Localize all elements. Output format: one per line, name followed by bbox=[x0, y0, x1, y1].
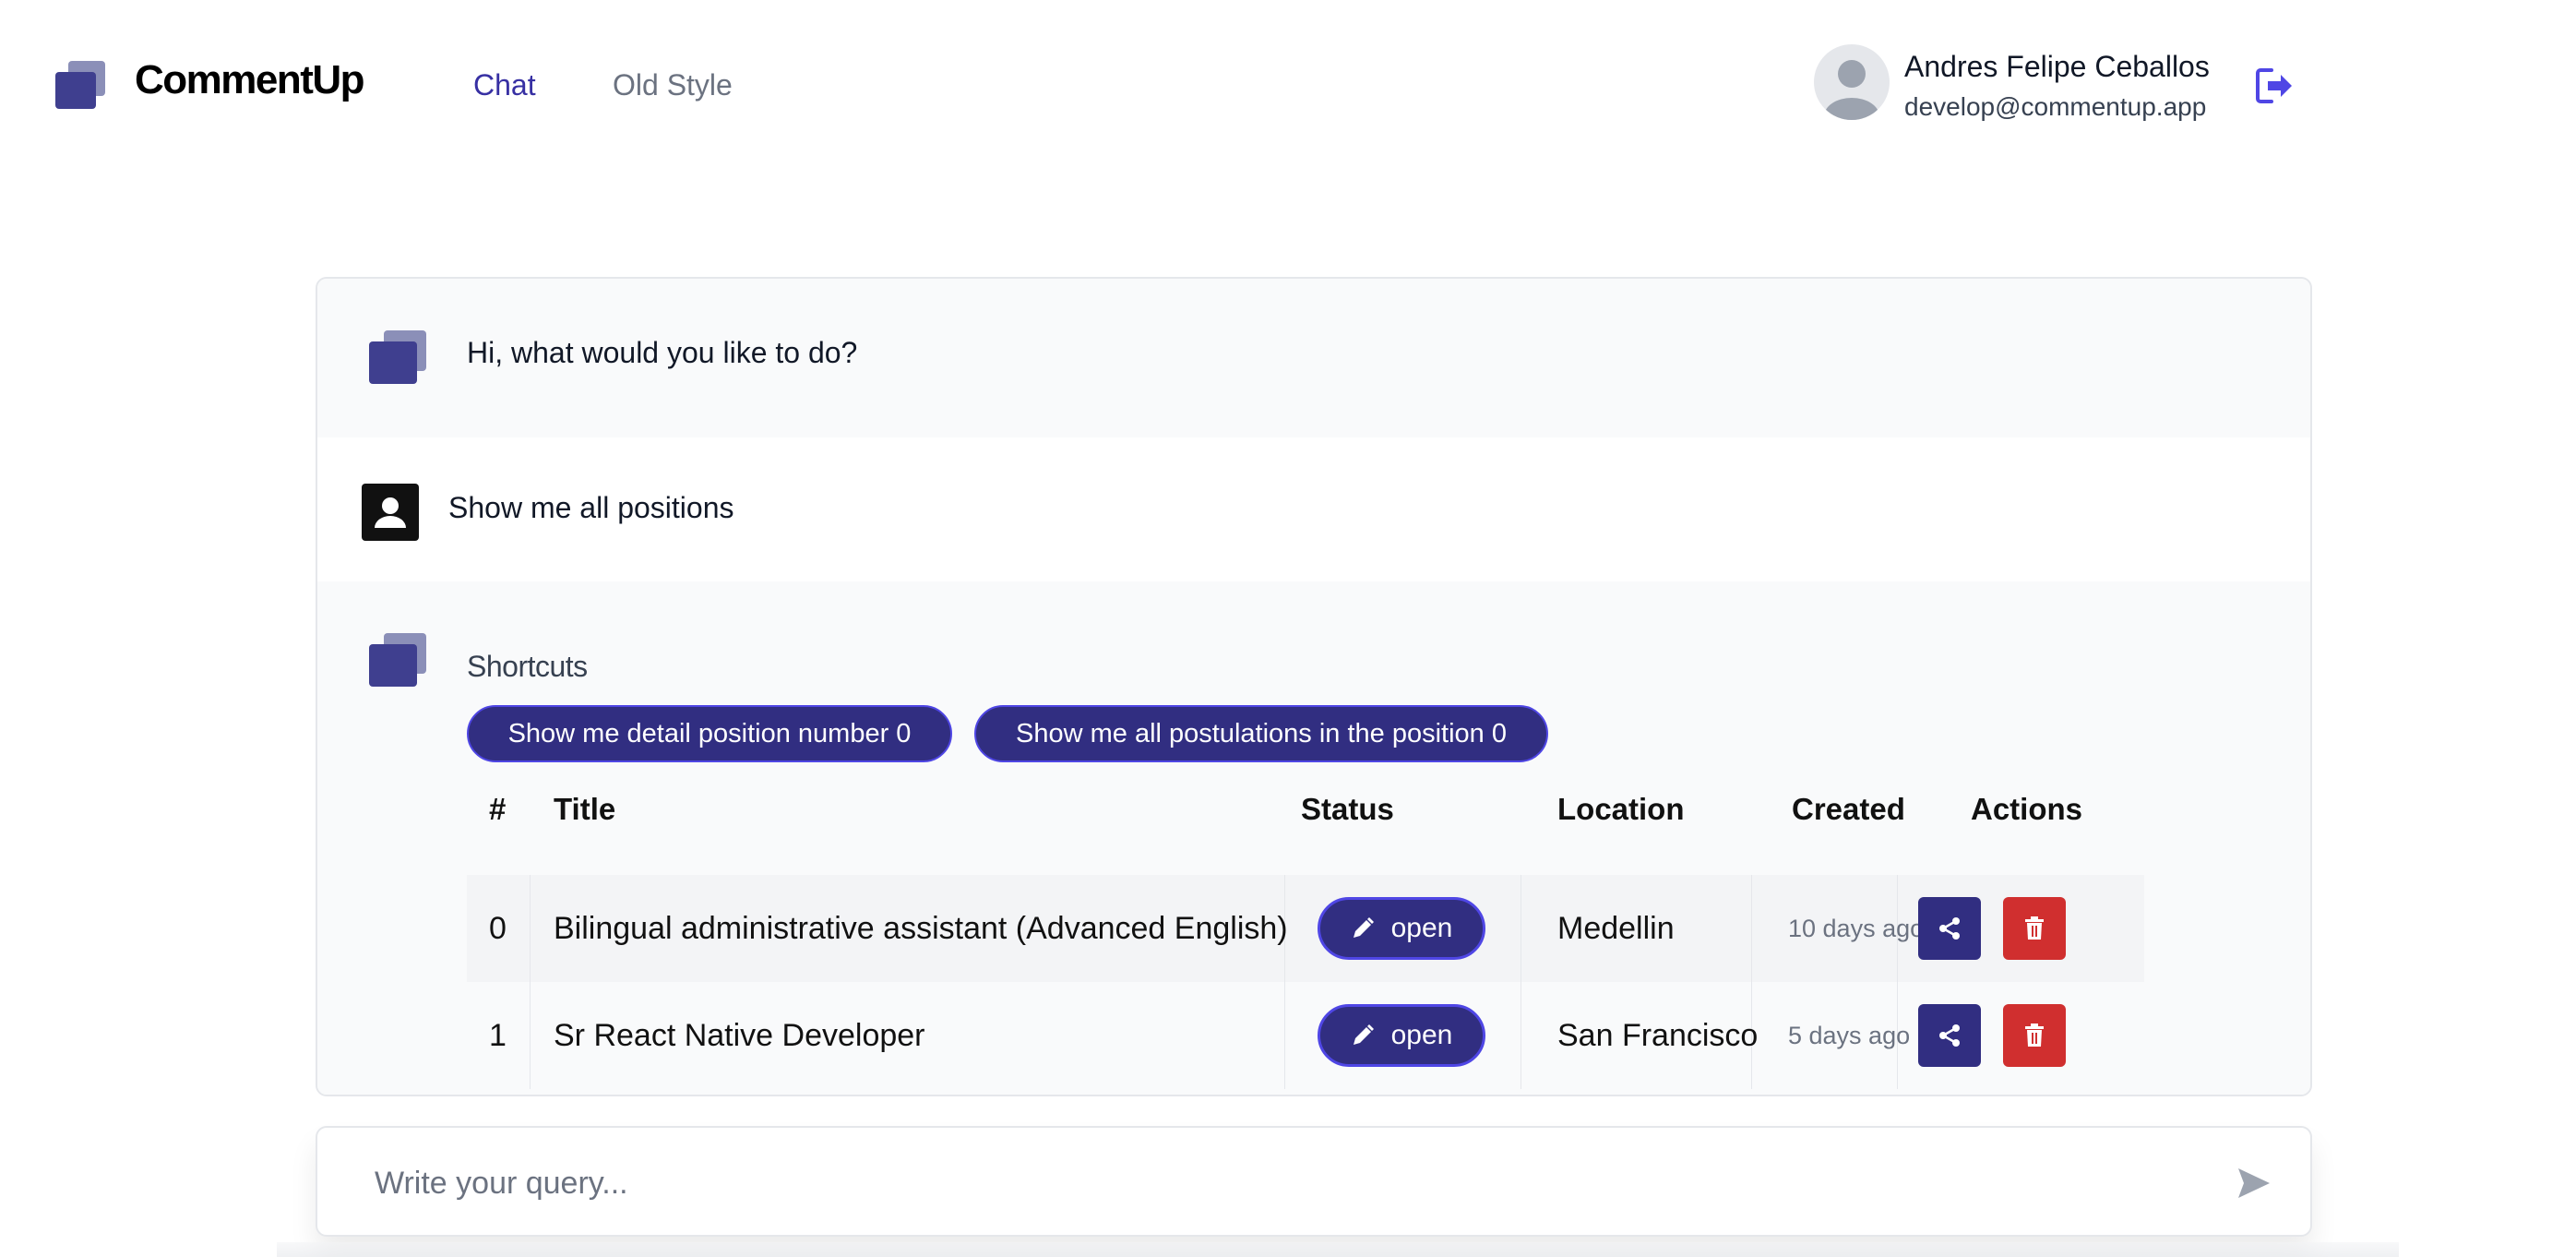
table-header-number: # bbox=[489, 792, 507, 826]
top-header: CommentUp Chat Old Style Andres Felipe C… bbox=[0, 0, 2576, 175]
row-created: 10 days ago bbox=[1788, 914, 1925, 942]
nav-chat[interactable]: Chat bbox=[473, 68, 536, 102]
brand-name[interactable]: CommentUp bbox=[135, 57, 365, 103]
share-icon bbox=[1939, 917, 1960, 940]
greeting-text: Hi, what would you like to do? bbox=[467, 336, 858, 369]
status-label: open bbox=[1390, 1020, 1453, 1050]
user-name: Andres Felipe Ceballos bbox=[1904, 50, 2210, 83]
chat-panel: Hi, what would you like to do? Show me a… bbox=[316, 277, 2312, 1096]
row-location: San Francisco bbox=[1557, 1017, 1759, 1053]
user-email: develop@commentup.app bbox=[1904, 92, 2207, 121]
row-number: 0 bbox=[489, 910, 507, 946]
delete-button[interactable] bbox=[2003, 1004, 2066, 1067]
status-button[interactable]: open bbox=[1318, 1004, 1485, 1067]
row-number: 1 bbox=[489, 1017, 507, 1053]
pencil-icon bbox=[1353, 917, 1374, 938]
row-created: 5 days ago bbox=[1788, 1021, 1911, 1049]
user-message: Show me all positions bbox=[317, 437, 2310, 581]
table-header-status: Status bbox=[1301, 792, 1394, 826]
bot-avatar-icon bbox=[369, 330, 426, 384]
table-row: 1 Sr React Native Developer open San Fra… bbox=[467, 982, 2144, 1089]
shortcuts-label: Shortcuts bbox=[467, 650, 588, 683]
pencil-icon bbox=[1353, 1024, 1374, 1045]
share-button[interactable] bbox=[1918, 897, 1981, 960]
share-button[interactable] bbox=[1918, 1004, 1981, 1067]
shortcut-button-detail[interactable]: Show me detail position number 0 bbox=[467, 705, 952, 762]
table-header-created: Created bbox=[1792, 792, 1905, 826]
status-button[interactable]: open bbox=[1318, 897, 1485, 960]
query-input[interactable] bbox=[375, 1155, 2183, 1211]
status-label: open bbox=[1390, 913, 1453, 943]
user-avatar-icon[interactable] bbox=[1814, 44, 1890, 120]
commentup-logo-icon[interactable] bbox=[55, 61, 107, 109]
table-header-title: Title bbox=[554, 792, 616, 826]
table-row: 0 Bilingual administrative assistant (Ad… bbox=[467, 875, 2144, 982]
table-header-actions: Actions bbox=[1971, 792, 2083, 826]
row-title: Sr React Native Developer bbox=[554, 1017, 925, 1053]
shortcut-button-postulations[interactable]: Show me all postulations in the position… bbox=[974, 705, 1548, 762]
send-icon[interactable] bbox=[2236, 1167, 2272, 1200]
bot-message-positions: Shortcuts Show me detail position number… bbox=[317, 581, 2310, 1095]
logout-icon[interactable] bbox=[2253, 65, 2296, 107]
row-title: Bilingual administrative assistant (Adva… bbox=[554, 910, 1288, 946]
nav-old-style[interactable]: Old Style bbox=[613, 68, 733, 102]
trash-icon bbox=[2025, 1024, 2044, 1047]
row-location: Medellin bbox=[1557, 910, 1675, 946]
delete-button[interactable] bbox=[2003, 897, 2066, 960]
query-input-box bbox=[316, 1126, 2312, 1237]
share-icon bbox=[1939, 1024, 1960, 1047]
bot-avatar-icon bbox=[369, 633, 426, 687]
table-header-location: Location bbox=[1557, 792, 1685, 826]
trash-icon bbox=[2025, 916, 2044, 940]
user-message-text: Show me all positions bbox=[448, 491, 734, 524]
person-icon bbox=[362, 484, 419, 541]
bottom-shadow bbox=[277, 1242, 2399, 1257]
bot-message-greeting: Hi, what would you like to do? bbox=[317, 279, 2310, 437]
